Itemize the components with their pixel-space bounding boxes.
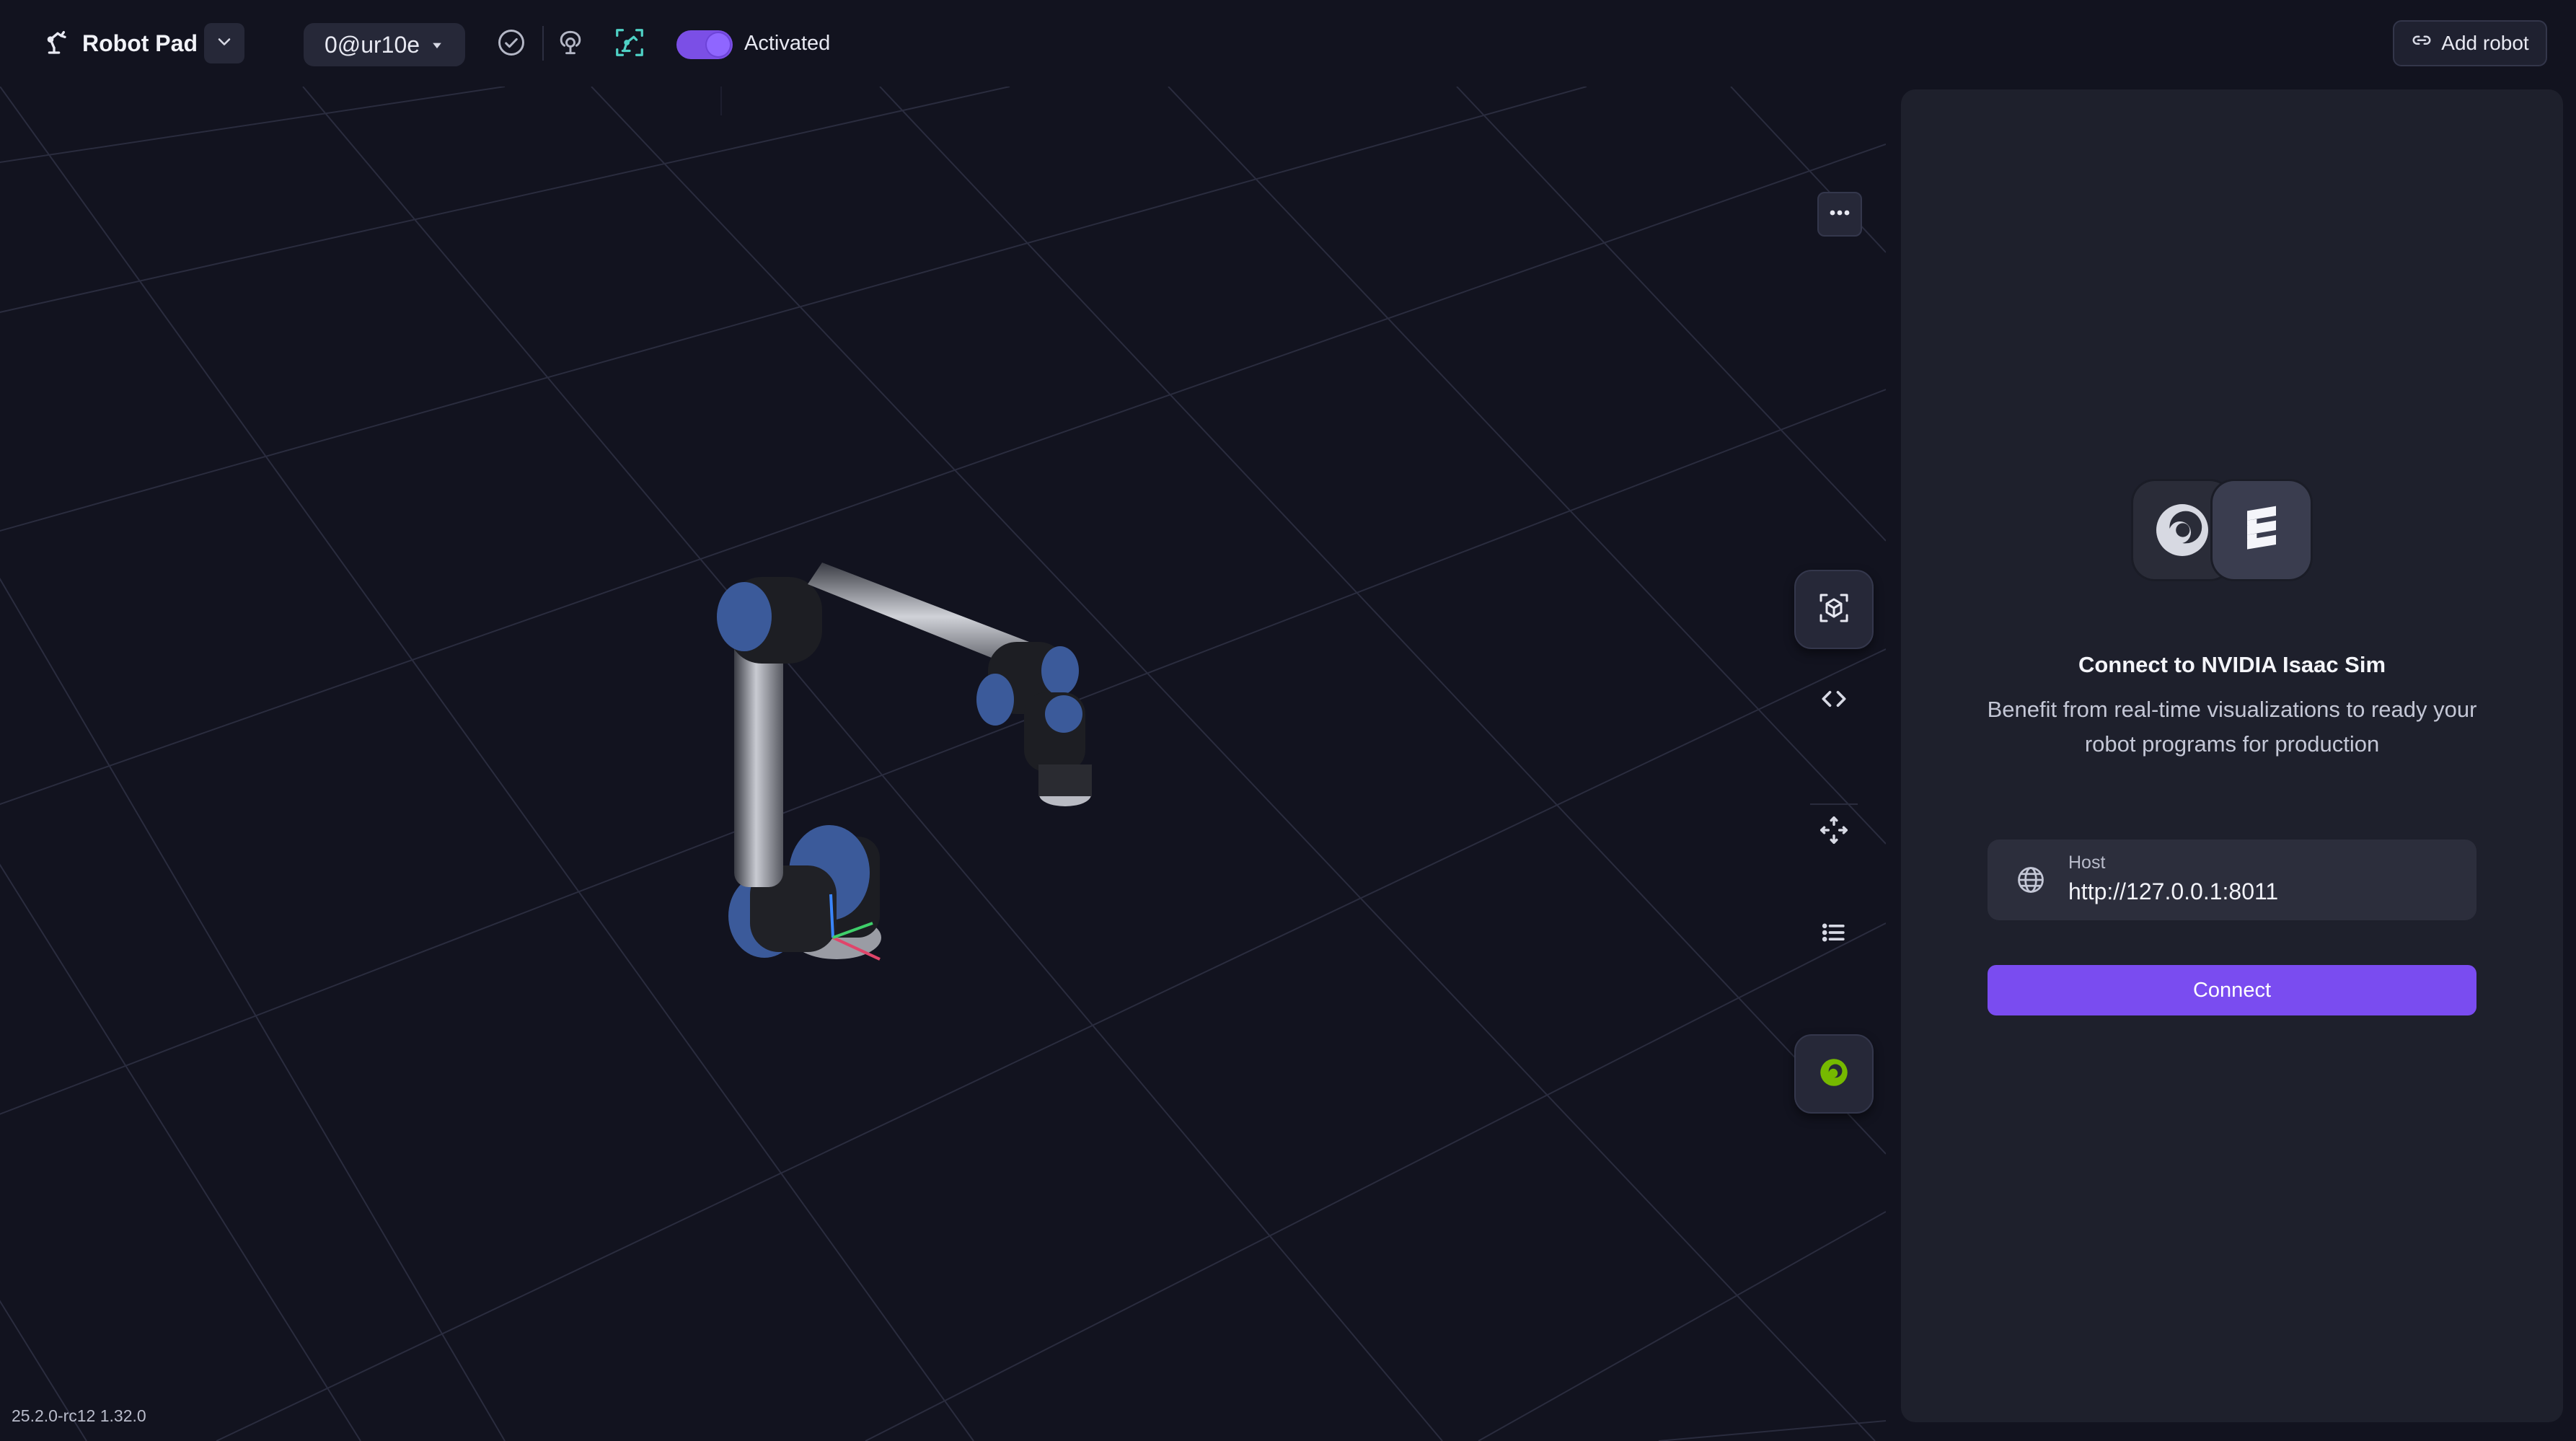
globe-icon — [2015, 864, 2047, 899]
robot-selector[interactable]: 0@ur10e — [304, 23, 465, 66]
link-icon — [2411, 30, 2432, 57]
robot-arm-icon — [613, 26, 646, 63]
safety-icon — [555, 27, 586, 62]
wandelbots-logo-icon — [2213, 481, 2311, 579]
connect-button[interactable]: Connect — [1988, 965, 2476, 1015]
robot-control-button[interactable] — [613, 27, 646, 61]
robot-selector-value: 0@ur10e — [324, 31, 420, 58]
app-brand[interactable]: Robot Pad — [43, 23, 198, 63]
viewport-more-button[interactable] — [1817, 192, 1862, 237]
activation-status-label: Activated — [744, 32, 831, 55]
host-field[interactable]: Host http://127.0.0.1:8011 — [1988, 840, 2476, 920]
isaac-sim-connect-panel: Connect to NVIDIA Isaac Sim Benefit from… — [1901, 89, 2563, 1422]
host-input[interactable]: http://127.0.0.1:8011 — [2068, 878, 2278, 905]
caret-down-icon — [430, 32, 444, 58]
move-icon — [1817, 814, 1851, 850]
view-cube-icon — [1817, 591, 1851, 629]
check-status-button[interactable] — [495, 27, 528, 61]
robot-pad-icon — [43, 27, 72, 60]
move-button[interactable] — [1794, 792, 1874, 871]
robot-arm-model — [717, 563, 1092, 961]
robot-pad-app: Robot Pad 0@ur10e Activated Add robot 25… — [0, 0, 2576, 1441]
code-button[interactable] — [1794, 661, 1874, 740]
version-label: 25.2.0-rc12 1.32.0 — [12, 1406, 146, 1425]
host-label: Host — [2068, 852, 2106, 873]
toggle-knob — [707, 33, 730, 56]
toolbar-divider — [542, 26, 544, 61]
top-bar: Robot Pad 0@ur10e Activated Add robot — [0, 0, 2576, 87]
3d-viewport[interactable]: 25.2.0-rc12 1.32.0 — [0, 87, 1886, 1441]
panel-title: Connect to NVIDIA Isaac Sim — [2078, 652, 2386, 677]
list-button[interactable] — [1794, 894, 1874, 974]
list-icon — [1818, 917, 1850, 952]
panel-description: Benefit from real-time visualizations to… — [1987, 697, 2477, 757]
isaac-sim-icon — [1816, 1054, 1852, 1094]
add-robot-label: Add robot — [2441, 32, 2529, 54]
app-title: Robot Pad — [82, 30, 198, 56]
integration-logos — [2133, 481, 2321, 582]
safety-button[interactable] — [554, 27, 587, 61]
app-menu-button[interactable] — [204, 23, 244, 63]
activation-toggle[interactable] — [676, 30, 733, 59]
more-icon — [1827, 208, 1853, 221]
chevron-down-icon — [214, 32, 234, 56]
check-circle-icon — [495, 27, 527, 62]
isaac-sim-button[interactable] — [1794, 1034, 1874, 1114]
add-robot-button[interactable]: Add robot — [2393, 20, 2547, 66]
view-cube-button[interactable] — [1794, 570, 1874, 649]
code-icon — [1818, 683, 1850, 718]
